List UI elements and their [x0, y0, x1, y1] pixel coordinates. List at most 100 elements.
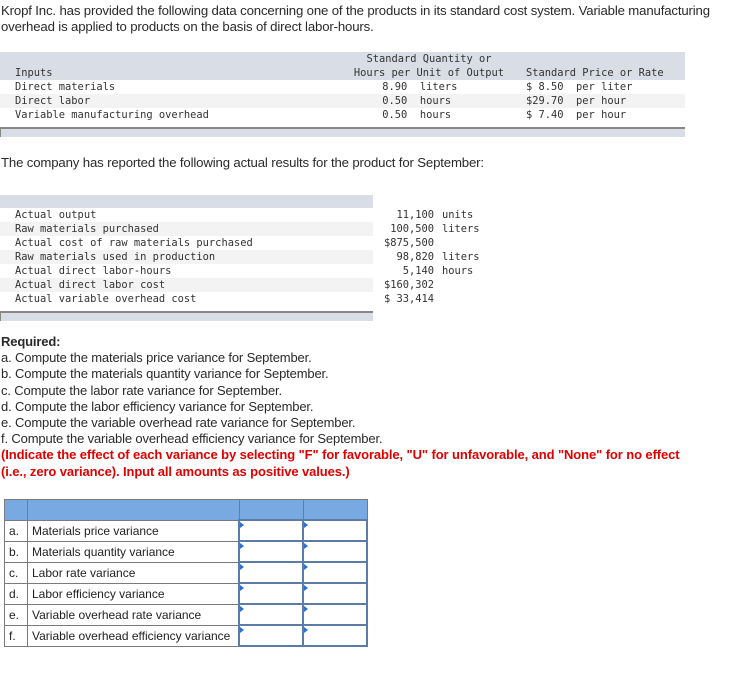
dropdown-marker-icon	[240, 585, 244, 591]
table-footer	[0, 311, 373, 321]
answer-row-d: d. Labor efficiency variance	[4, 582, 368, 605]
actual-value: $160,302	[383, 279, 434, 291]
required-item-a: a. Compute the materials price variance …	[1, 350, 312, 366]
actual-value: 5,140	[402, 265, 434, 277]
table-row: Raw materials used in production 98,820 …	[0, 250, 480, 264]
actual-unit: hours	[442, 265, 474, 277]
actual-value: 100,500	[390, 223, 434, 235]
amount-input[interactable]	[240, 542, 302, 561]
standard-price: $29.70 per hour	[526, 95, 627, 107]
standard-price: $ 7.40 per hour	[526, 109, 627, 121]
table-row: Variable manufacturing overhead 0.50 hou…	[0, 108, 685, 122]
effect-select[interactable]	[304, 626, 366, 645]
table-row: Direct labor 0.50 hours $29.70 per hour	[0, 94, 685, 108]
effect-select[interactable]	[304, 542, 366, 561]
required-item-d: d. Compute the labor efficiency variance…	[1, 398, 314, 414]
standards-table: Inputs Standard Quantity or Hours per Un…	[0, 52, 685, 137]
dropdown-marker-icon	[304, 543, 308, 549]
effect-select[interactable]	[304, 605, 366, 624]
effect-select[interactable]	[304, 584, 366, 603]
actual-label: Raw materials used in production	[15, 251, 216, 263]
row-label: Labor rate variance	[27, 561, 240, 584]
actual-value: 11,100	[396, 209, 434, 221]
actuals-table-header	[0, 195, 373, 208]
dropdown-marker-icon	[240, 543, 244, 549]
actual-label: Actual direct labor cost	[15, 279, 166, 291]
actual-unit: units	[442, 209, 474, 221]
amount-input[interactable]	[240, 584, 302, 603]
table-row: Actual output 11,100 units	[0, 208, 473, 222]
actual-unit: liters	[442, 251, 480, 263]
row-label: Variable overhead rate variance	[27, 603, 240, 626]
actuals-intro: The company has reported the following a…	[1, 155, 484, 170]
row-letter: a.	[4, 519, 28, 542]
required-item-b: b. Compute the materials quantity varian…	[1, 366, 329, 382]
header-inputs: Inputs	[15, 67, 53, 79]
row-label: Labor efficiency variance	[27, 582, 240, 605]
table-row: Actual cost of raw materials purchased $…	[0, 236, 434, 250]
standard-quantity: 0.50 hours	[351, 109, 452, 121]
answer-row-c: c. Labor rate variance	[4, 561, 368, 584]
actual-value: 98,820	[396, 251, 434, 263]
actual-label: Actual direct labor-hours	[15, 265, 172, 277]
table-row: Actual direct labor cost $160,302	[0, 278, 434, 292]
amount-input[interactable]	[240, 521, 302, 540]
input-name: Direct materials	[15, 81, 116, 93]
answer-table-header	[4, 499, 368, 521]
actual-value: $ 33,414	[383, 293, 434, 305]
actual-label: Actual output	[15, 209, 97, 221]
row-label: Materials quantity variance	[27, 540, 240, 563]
actual-label: Actual cost of raw materials purchased	[15, 237, 253, 249]
header-price: Standard Price or Rate	[526, 67, 664, 79]
standards-table-header: Inputs Standard Quantity or Hours per Un…	[0, 52, 685, 80]
dropdown-marker-icon	[304, 564, 308, 570]
header-quantity-line2: Hours per Unit of Output	[353, 67, 505, 79]
answer-row-e: e. Variable overhead rate variance	[4, 603, 368, 626]
instruction-line-2: (i.e., zero variance). Input all amounts…	[1, 463, 350, 479]
intro-paragraph: Kropf Inc. has provided the following da…	[1, 3, 710, 34]
row-letter: b.	[4, 540, 28, 563]
row-label: Variable overhead efficiency variance	[27, 624, 240, 647]
row-letter: e.	[4, 603, 28, 626]
dropdown-marker-icon	[240, 564, 244, 570]
dropdown-marker-icon	[304, 627, 308, 633]
row-letter: f.	[4, 624, 28, 647]
table-row: Actual variable overhead cost $ 33,414	[0, 292, 434, 306]
dropdown-marker-icon	[304, 606, 308, 612]
row-letter: d.	[4, 582, 28, 605]
instruction-line-1: (Indicate the effect of each variance by…	[1, 447, 680, 463]
table-row: Actual direct labor-hours 5,140 hours	[0, 264, 473, 278]
dropdown-marker-icon	[240, 627, 244, 633]
answer-row-a: a. Materials price variance	[4, 519, 368, 542]
actual-label: Actual variable overhead cost	[15, 293, 197, 305]
answer-row-f: f. Variable overhead efficiency variance	[4, 624, 368, 647]
effect-select[interactable]	[304, 521, 366, 540]
required-title: Required:	[1, 334, 61, 349]
standard-price: $ 8.50 per liter	[526, 81, 633, 93]
actuals-table: Actual output 11,100 units Raw materials…	[0, 195, 480, 321]
answer-table: a. Materials price variance b. Materials…	[4, 499, 368, 647]
dropdown-marker-icon	[304, 522, 308, 528]
dropdown-marker-icon	[240, 522, 244, 528]
table-footer	[0, 127, 685, 137]
answer-row-b: b. Materials quantity variance	[4, 540, 368, 563]
row-label: Materials price variance	[27, 519, 240, 542]
standard-quantity: 8.90 liters	[351, 81, 458, 93]
actual-unit: liters	[442, 223, 480, 235]
amount-input[interactable]	[240, 626, 302, 645]
row-letter: c.	[4, 561, 28, 584]
actual-value: $875,500	[383, 237, 434, 249]
amount-input[interactable]	[240, 563, 302, 582]
effect-select[interactable]	[304, 563, 366, 582]
input-name: Variable manufacturing overhead	[15, 109, 209, 121]
dropdown-marker-icon	[304, 585, 308, 591]
required-item-c: c. Compute the labor rate variance for S…	[1, 382, 282, 398]
amount-input[interactable]	[240, 605, 302, 624]
header-quantity-line1: Standard Quantity or	[366, 53, 492, 65]
table-row: Raw materials purchased 100,500 liters	[0, 222, 480, 236]
input-name: Direct labor	[15, 95, 91, 107]
actual-label: Raw materials purchased	[15, 223, 159, 235]
required-section: Required: a. Compute the materials price…	[1, 334, 680, 480]
standard-quantity: 0.50 hours	[351, 95, 452, 107]
table-row: Direct materials 8.90 liters $ 8.50 per …	[0, 80, 685, 94]
